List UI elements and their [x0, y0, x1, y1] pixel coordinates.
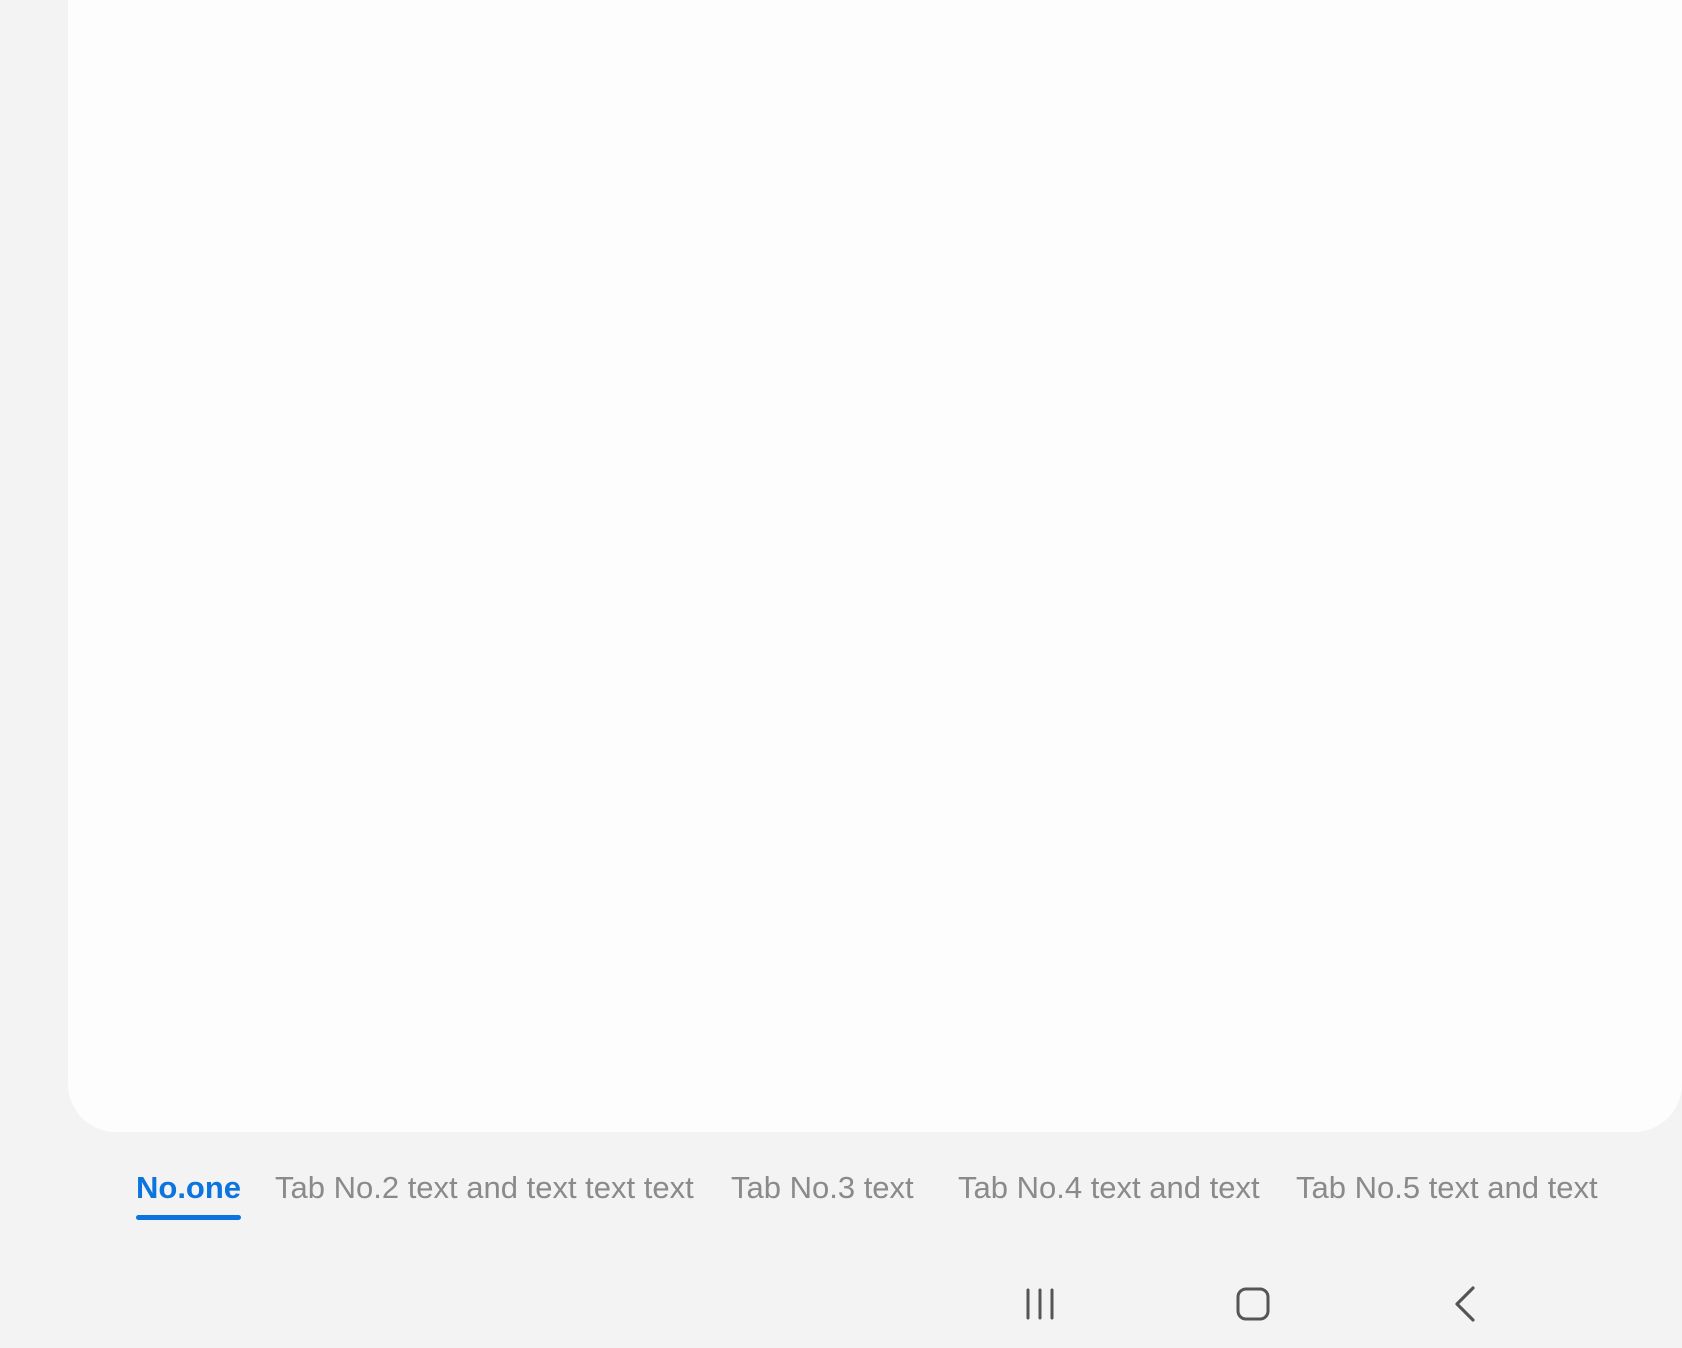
tab-label: Tab No.5 text and text: [1296, 1170, 1598, 1205]
selected-tab-indicator: [136, 1215, 242, 1220]
back-icon: [1455, 1286, 1475, 1322]
home-icon: [1236, 1287, 1270, 1321]
tab-no-4[interactable]: Tab No.4 text and text: [958, 1160, 1260, 1220]
recents-button[interactable]: [996, 1260, 1084, 1348]
tab-label: Tab No.3 text: [731, 1170, 914, 1205]
tab-label: Tab No.2 text and text text text: [275, 1170, 694, 1205]
home-button[interactable]: [1209, 1260, 1297, 1348]
tab-no-5[interactable]: Tab No.5 text and text: [1296, 1160, 1598, 1220]
content-card: [68, 0, 1682, 1132]
recents-icon: [1026, 1288, 1054, 1320]
tab-no-one[interactable]: No.one: [136, 1160, 242, 1220]
tab-label: Tab No.4 text and text: [958, 1170, 1260, 1205]
tab-label: No.one: [136, 1170, 242, 1205]
system-navigation-bar: [0, 1260, 1682, 1348]
tab-no-3[interactable]: Tab No.3 text: [731, 1160, 914, 1220]
tab-no-2[interactable]: Tab No.2 text and text text text: [275, 1160, 694, 1220]
tab-bar: No.one Tab No.2 text and text text text …: [0, 1160, 1682, 1220]
back-button[interactable]: [1422, 1260, 1510, 1348]
